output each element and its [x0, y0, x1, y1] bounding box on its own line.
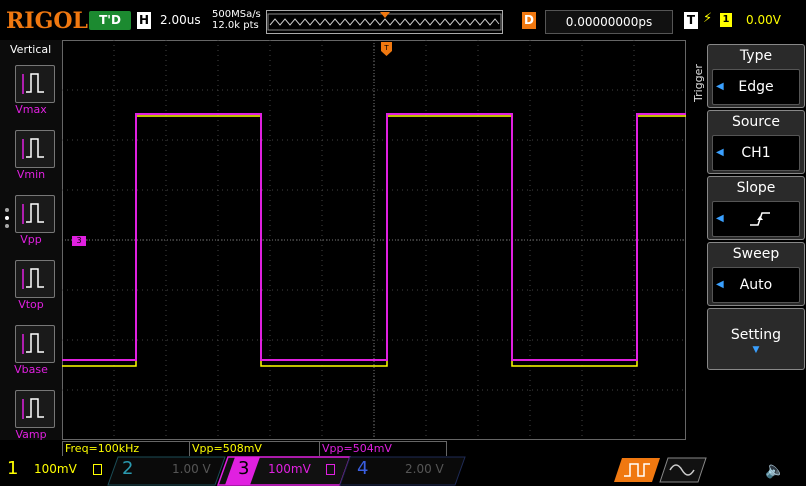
menu-source-value[interactable]: ◀ CH1	[712, 135, 800, 171]
menu-type[interactable]: Type ◀ Edge	[707, 44, 805, 108]
delay-label: D	[522, 12, 536, 29]
sample-rate: 500MSa/s	[212, 9, 261, 20]
ch4-number[interactable]: 4	[357, 458, 368, 479]
menu-source-header: Source	[731, 114, 781, 130]
vmax-icon[interactable]	[15, 65, 55, 103]
measure-glyph	[22, 73, 44, 94]
ch3-number[interactable]: 3	[238, 458, 249, 479]
vpp-icon[interactable]	[15, 195, 55, 233]
delay-value[interactable]: 0.00000000ps	[545, 10, 673, 34]
measure-label-vamp: Vamp	[15, 428, 47, 441]
menu-sweep-value[interactable]: ◀ Auto	[712, 267, 800, 303]
ch3-coupling-icon	[326, 464, 335, 475]
menu-slope[interactable]: Slope ◀	[707, 176, 805, 240]
ch1-scale[interactable]: 100mV	[34, 462, 77, 476]
waveform-generator-area	[614, 457, 707, 483]
speaker-icon[interactable]: 🔈	[765, 460, 785, 479]
measure-label-vmin: Vmin	[16, 168, 46, 181]
brand-logo: RIGOL	[6, 8, 88, 34]
measure-glyph	[22, 138, 44, 159]
menu-sweep-header: Sweep	[732, 246, 780, 262]
menu-type-value[interactable]: ◀ Edge	[712, 69, 800, 105]
measure-glyph	[22, 203, 44, 224]
run-status-badge[interactable]: T'D	[89, 11, 131, 30]
timebase-value[interactable]: 2.00us	[160, 13, 201, 27]
ch3-offset-marker[interactable]: 3	[72, 236, 86, 246]
vmin-icon[interactable]	[15, 130, 55, 168]
trigger-source-badge: 1	[720, 13, 732, 27]
measurement-vpp-ch1[interactable]: Vpp=508mV	[189, 441, 320, 457]
menu-sweep-value-text: Auto	[739, 277, 773, 293]
vbase-icon[interactable]	[15, 325, 55, 363]
menu-setting[interactable]: Setting ▼	[707, 308, 805, 370]
menu-slope-header: Slope	[736, 180, 776, 196]
menu-type-value-text: Edge	[738, 79, 774, 95]
panel-page-dots	[4, 207, 10, 233]
measure-glyph	[22, 268, 44, 289]
horizontal-label: H	[137, 12, 151, 29]
ch1-coupling-icon	[93, 464, 102, 475]
trigger-menu-title: Trigger	[692, 64, 705, 102]
measurement-freq[interactable]: Freq=100kHz	[62, 441, 190, 457]
memory-waveform-icon	[267, 12, 502, 31]
measure-label-vpp: Vpp	[20, 233, 42, 246]
vamp-icon[interactable]	[15, 390, 55, 428]
left-arrow-icon: ◀	[716, 279, 724, 290]
square-wave-icon	[614, 458, 660, 482]
down-arrow-icon: ▼	[752, 345, 760, 355]
menu-slope-value[interactable]: ◀	[712, 201, 800, 237]
ch4-scale[interactable]: 2.00 V	[405, 462, 444, 476]
rising-edge-icon: ⚡	[703, 11, 713, 26]
memory-overview-strip[interactable]	[266, 10, 503, 34]
trigger-position-marker[interactable]: T	[381, 41, 392, 56]
trigger-level[interactable]: 0.00V	[746, 13, 781, 27]
measure-glyph	[22, 333, 44, 354]
waveform-grid	[62, 40, 686, 440]
left-arrow-icon: ◀	[716, 213, 724, 224]
left-arrow-icon: ◀	[716, 81, 724, 92]
vtop-icon[interactable]	[15, 260, 55, 298]
menu-type-header: Type	[739, 48, 773, 64]
acquisition-info: 500MSa/s 12.0k pts	[212, 9, 261, 31]
left-arrow-icon: ◀	[716, 147, 724, 158]
measure-label-vbase: Vbase	[14, 363, 48, 376]
menu-source-value-text: CH1	[741, 145, 771, 161]
measure-glyph	[22, 398, 44, 419]
menu-sweep[interactable]: Sweep ◀ Auto	[707, 242, 805, 306]
waveform-display[interactable]	[62, 40, 686, 440]
menu-source[interactable]: Source ◀ CH1	[707, 110, 805, 174]
measure-label-vmax: Vmax	[15, 103, 47, 116]
trigger-position-label: T	[383, 44, 389, 52]
measurement-vpp-ch3[interactable]: Vpp=504mV	[319, 441, 447, 457]
trigger-label: T	[684, 12, 698, 29]
ch2-number[interactable]: 2	[122, 458, 133, 479]
rising-slope-icon	[750, 212, 770, 226]
ch1-number[interactable]: 1	[7, 458, 18, 479]
memory-depth: 12.0k pts	[212, 20, 259, 31]
vertical-panel-title: Vertical	[10, 43, 52, 56]
menu-setting-label: Setting	[730, 327, 782, 343]
ch3-scale[interactable]: 100mV	[268, 462, 311, 476]
measure-label-vtop: Vtop	[18, 298, 44, 311]
sine-wave-icon	[659, 457, 707, 483]
ch2-scale[interactable]: 1.00 V	[172, 462, 211, 476]
